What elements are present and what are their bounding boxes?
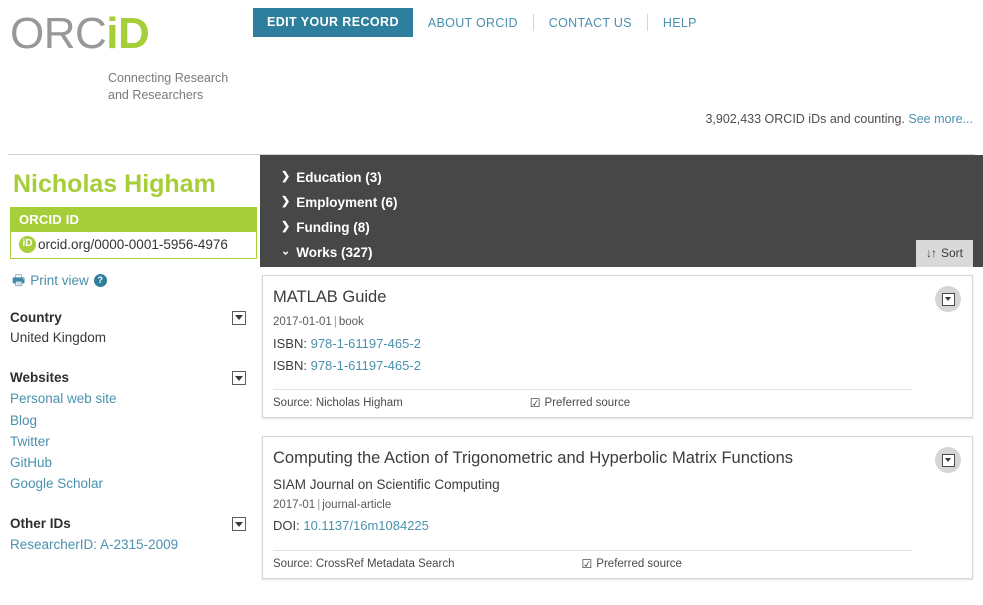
other-id-researcherid[interactable]: ResearcherID: A-2315-2009 bbox=[10, 534, 222, 555]
chevron-right-icon: ❯ bbox=[281, 220, 291, 233]
print-view-row: 🖶 Print view ? bbox=[12, 273, 248, 288]
website-link-blog[interactable]: Blog bbox=[10, 410, 222, 431]
works-list: MATLAB Guide 2017-01-01 | book ISBN: 978-1… bbox=[260, 267, 983, 579]
orcid-tagline: Connecting Research and Researchers bbox=[108, 70, 228, 104]
sort-button[interactable]: ↓↑ Sort bbox=[915, 240, 973, 267]
work-footer: Source: CrossRef Metadata Search ☑ Prefe… bbox=[273, 549, 912, 578]
orcid-id-icon: iD bbox=[19, 235, 36, 253]
work-source: Source: Nicholas Higham bbox=[273, 397, 403, 410]
orcid-record-page: ORCiD Connecting Research and Researcher… bbox=[0, 0, 983, 605]
work-type: book bbox=[338, 316, 364, 329]
accordion-item-employment[interactable]: ❯ Employment (6) bbox=[260, 190, 983, 215]
accordion-label: Funding (8) bbox=[296, 220, 370, 235]
work-identifier-value[interactable]: 10.1137/16m1084225 bbox=[303, 518, 429, 533]
nav-contact-us[interactable]: CONTACT US bbox=[534, 16, 647, 30]
see-more-link[interactable]: See more... bbox=[908, 112, 973, 126]
nav-edit-your-record[interactable]: EDIT YOUR RECORD bbox=[253, 8, 413, 37]
orcid-logo-id: iD bbox=[106, 9, 150, 58]
sidebar-section-other-ids: Other IDs ResearcherID: A-2315-2009 bbox=[10, 516, 248, 555]
accordion-label: Employment (6) bbox=[296, 195, 398, 210]
website-link-google-scholar[interactable]: Google Scholar bbox=[10, 473, 222, 494]
chevron-down-icon[interactable] bbox=[232, 517, 246, 532]
orcid-tagline-line2: and Researchers bbox=[108, 87, 204, 102]
top-navigation: EDIT YOUR RECORD ABOUT ORCID CONTACT US … bbox=[253, 8, 712, 37]
preferred-source-badge: ☑ Preferred source bbox=[530, 396, 630, 410]
accordion-label: Works (327) bbox=[296, 245, 373, 260]
orcid-id-counter-text: 3,902,433 ORCID iDs and counting. bbox=[705, 112, 905, 126]
work-title[interactable]: MATLAB Guide bbox=[273, 286, 912, 309]
sidebar-section-title: Websites bbox=[10, 370, 70, 386]
sidebar-section-websites: Websites Personal web site Blog Twitter … bbox=[10, 370, 248, 494]
website-link-twitter[interactable]: Twitter bbox=[10, 431, 222, 452]
country-value: United Kingdom bbox=[10, 329, 107, 345]
orcid-id-box-title: ORCID ID bbox=[11, 207, 256, 232]
work-date: 2017-01 bbox=[273, 499, 316, 512]
orcid-id-value-row[interactable]: iD orcid.org/0000-0001-5956-4976 bbox=[11, 231, 256, 258]
work-identifier-label: DOI: bbox=[273, 518, 300, 534]
page-title: Nicholas Higham bbox=[13, 170, 216, 198]
chevron-right-icon: ❯ bbox=[281, 170, 291, 183]
chevron-down-icon: ⌄ bbox=[281, 245, 291, 258]
orcid-logo[interactable]: ORCiD Connecting Research and Researcher… bbox=[10, 12, 228, 104]
sort-icon: ↓↑ bbox=[925, 246, 937, 260]
printer-icon: 🖶 bbox=[12, 272, 26, 288]
check-icon: ☑ bbox=[529, 396, 541, 411]
website-link-personal[interactable]: Personal web site bbox=[10, 388, 222, 409]
sidebar-section-title: Country bbox=[10, 309, 62, 325]
accordion-item-funding[interactable]: ❯ Funding (8) bbox=[260, 215, 983, 240]
sort-button-label: Sort bbox=[940, 246, 963, 260]
work-identifier-label: ISBN: bbox=[273, 335, 307, 351]
work-identifier-label: ISBN: bbox=[273, 357, 307, 373]
preferred-source-badge: ☑ Preferred source bbox=[582, 557, 682, 571]
orcid-logo-orc: ORC bbox=[10, 9, 107, 58]
orcid-id-counter: 3,902,433 ORCID iDs and counting. See mo… bbox=[705, 112, 973, 126]
work-type: journal-article bbox=[322, 499, 392, 512]
work-journal: SIAM Journal on Scientific Computing bbox=[273, 476, 500, 492]
sidebar-section-title: Other IDs bbox=[10, 516, 71, 532]
website-link-github[interactable]: GitHub bbox=[10, 452, 222, 473]
work-identifier: ISBN: 978-1-61197-465-2 bbox=[273, 355, 912, 377]
chevron-down-icon[interactable] bbox=[232, 310, 246, 325]
sidebar-section-country: Country United Kingdom bbox=[10, 310, 248, 349]
work-title[interactable]: Computing the Action of Trigonometric an… bbox=[273, 447, 912, 470]
preferred-source-label: Preferred source bbox=[544, 397, 631, 410]
work-card: MATLAB Guide 2017-01-01 | book ISBN: 978-1… bbox=[262, 275, 973, 419]
work-meta: 2017-01 | journal-article bbox=[273, 495, 912, 515]
work-source: Source: CrossRef Metadata Search bbox=[273, 557, 455, 570]
orcid-tagline-line1: Connecting Research bbox=[108, 71, 229, 85]
chevron-down-icon bbox=[941, 292, 955, 306]
profile-sidebar: Nicholas Higham ORCID ID iD orcid.org/000… bbox=[0, 155, 258, 556]
orcid-id-value: orcid.org/0000-0001-5956-4976 bbox=[38, 236, 228, 252]
accordion-label: Education (3) bbox=[296, 170, 382, 185]
work-identifier-value[interactable]: 978-1-61197-465-2 bbox=[311, 336, 421, 351]
record-sections-accordion: ❯ Education (3) ❯ Employment (6) ❯ Fundi… bbox=[260, 155, 983, 267]
print-view-link[interactable]: Print view bbox=[30, 273, 89, 288]
chevron-down-icon bbox=[941, 453, 955, 467]
work-identifier-value[interactable]: 978-1-61197-465-2 bbox=[311, 358, 421, 373]
site-header: ORCiD Connecting Research and Researcher… bbox=[0, 0, 983, 155]
check-icon: ☑ bbox=[581, 556, 593, 571]
accordion-item-works[interactable]: ⌄ Works (327) bbox=[260, 240, 983, 265]
orcid-logo-wordmark: ORCiD bbox=[10, 12, 228, 56]
work-meta: 2017-01-01 | book bbox=[273, 312, 912, 332]
work-identifier: DOI: 10.1137/16m1084225 bbox=[273, 515, 912, 537]
work-expand-toggle[interactable] bbox=[935, 447, 961, 474]
work-date: 2017-01-01 bbox=[273, 316, 332, 329]
nav-help[interactable]: HELP bbox=[648, 16, 712, 30]
preferred-source-label: Preferred source bbox=[596, 557, 682, 570]
work-expand-toggle[interactable] bbox=[935, 286, 961, 312]
help-icon[interactable]: ? bbox=[93, 273, 107, 287]
chevron-right-icon: ❯ bbox=[281, 195, 291, 208]
work-meta-separator: | bbox=[333, 316, 337, 329]
work-identifier: ISBN: 978-1-61197-465-2 bbox=[273, 333, 912, 355]
nav-about-orcid[interactable]: ABOUT ORCID bbox=[413, 16, 533, 30]
orcid-id-box: ORCID ID iD orcid.org/0000-0001-5956-4976 bbox=[10, 206, 257, 259]
chevron-down-icon[interactable] bbox=[232, 371, 246, 386]
work-footer: Source: Nicholas Higham ☑ Preferred sour… bbox=[273, 389, 912, 417]
accordion-item-education[interactable]: ❯ Education (3) bbox=[260, 165, 983, 190]
record-main-column: ❯ Education (3) ❯ Employment (6) ❯ Fundi… bbox=[260, 155, 983, 597]
work-card: Computing the Action of Trigonometric an… bbox=[262, 436, 973, 579]
